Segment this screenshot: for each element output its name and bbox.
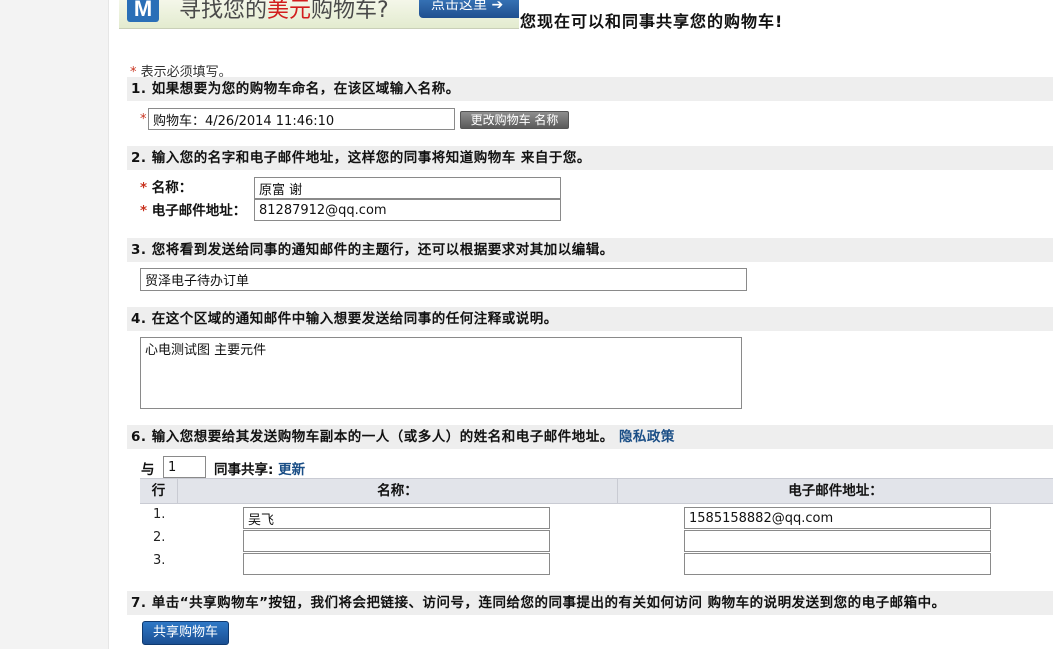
name-label: * 名称： bbox=[140, 180, 193, 196]
banner-text: 寻找您的美元购物车? bbox=[179, 0, 389, 23]
section-7-title: 7. 单击“共享购物车”按钮，我们将会把链接、访问号，连同给您的同事提出的有关如… bbox=[127, 591, 1053, 615]
recipient-name-input[interactable] bbox=[243, 507, 550, 529]
section-3-title: 3. 您将看到发送给同事的通知邮件的主题行，还可以根据要求对其加以编辑。 bbox=[127, 238, 1053, 262]
section-6-title: 6. 输入您想要给其发送购物车副本的一人（或多人）的姓名和电子邮件地址。 隐私政… bbox=[127, 425, 1053, 449]
cart-name-input[interactable] bbox=[148, 108, 455, 130]
banner-click-here-button[interactable]: 点击这里 ➔ bbox=[419, 0, 519, 18]
colleagues-share-label: 同事共享: 更新 bbox=[214, 462, 306, 478]
name-column-header: 名称： bbox=[178, 479, 618, 503]
recipient-email-input[interactable] bbox=[684, 553, 991, 575]
recipient-name-input[interactable] bbox=[243, 530, 550, 552]
sender-name-input[interactable] bbox=[254, 177, 561, 199]
subject-input[interactable] bbox=[140, 268, 747, 291]
notes-textarea[interactable]: 心电测试图 主要元件 bbox=[140, 337, 742, 409]
sender-email-input[interactable] bbox=[254, 199, 561, 221]
row-number: 2. bbox=[153, 530, 166, 545]
section-1-title: 1. 如果想要为您的购物车命名，在该区域输入名称。 bbox=[127, 77, 1053, 101]
recipient-email-input[interactable] bbox=[684, 530, 991, 552]
section-4-title: 4. 在这个区域的通知邮件中输入想要发送给同事的任何注释或说明。 bbox=[127, 307, 1053, 331]
share-with-label: 与 bbox=[141, 462, 155, 478]
required-star: * bbox=[140, 112, 147, 127]
row-number: 3. bbox=[153, 553, 166, 568]
email-label: * 电子邮件地址： bbox=[140, 203, 247, 219]
update-link[interactable]: 更新 bbox=[278, 462, 305, 478]
mouser-logo: M bbox=[127, 0, 159, 22]
recipient-name-input[interactable] bbox=[243, 553, 550, 575]
colleague-count-input[interactable] bbox=[163, 456, 206, 478]
rename-cart-button[interactable]: 更改购物车 名称 bbox=[460, 111, 569, 129]
promo-banner[interactable]: M 寻找您的美元购物车? 点击这里 ➔ bbox=[119, 0, 519, 29]
recipient-email-input[interactable] bbox=[684, 507, 991, 529]
recipients-table-header: 行 名称： 电子邮件地址： bbox=[140, 478, 1053, 504]
row-column-header: 行 bbox=[140, 479, 178, 503]
share-cart-button[interactable]: 共享购物车 bbox=[142, 621, 229, 645]
page-headline: 您现在可以和同事共享您的购物车! bbox=[520, 12, 784, 31]
email-column-header: 电子邮件地址： bbox=[788, 483, 883, 499]
section-2-title: 2. 输入您的名字和电子邮件地址，这样您的同事将知道购物车 来自于您。 bbox=[127, 146, 1053, 170]
row-number: 1. bbox=[153, 507, 166, 522]
privacy-policy-link[interactable]: 隐私政策 bbox=[619, 429, 675, 445]
